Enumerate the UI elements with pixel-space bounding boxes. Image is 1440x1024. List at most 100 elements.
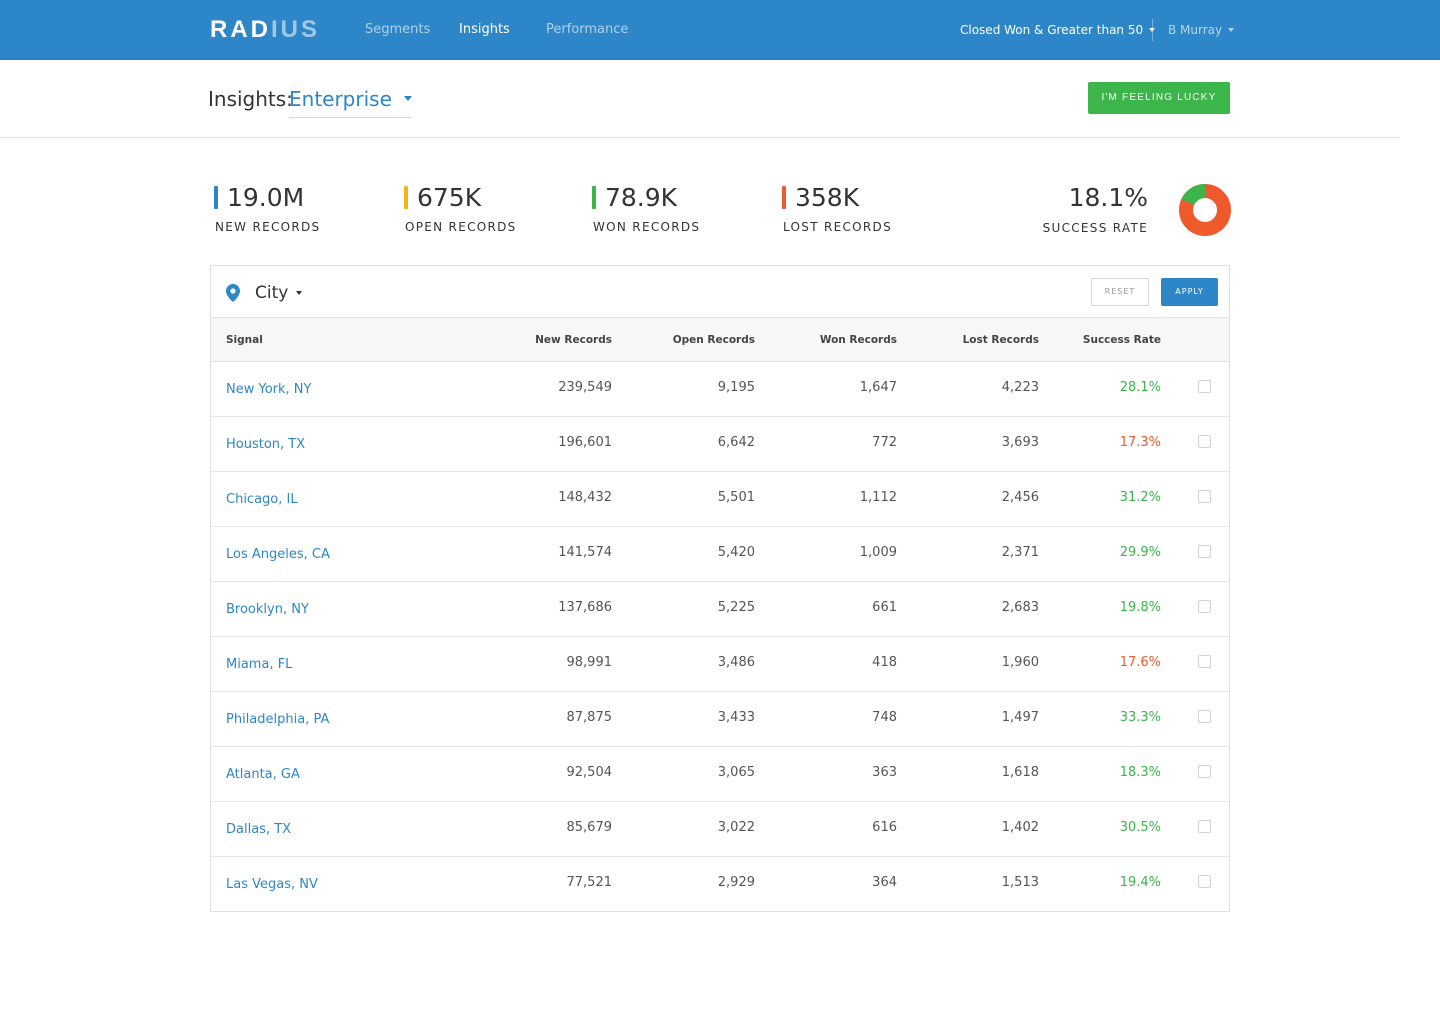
cell-open-records: 2,929 xyxy=(717,875,755,890)
stat-color-bar xyxy=(782,186,786,209)
cell-success-rate: 29.9% xyxy=(1119,545,1161,560)
cell-open-records: 3,022 xyxy=(717,820,755,835)
row-checkbox[interactable] xyxy=(1198,710,1211,723)
cell-new-records: 239,549 xyxy=(558,380,612,395)
filter-dropdown[interactable]: Closed Won & Greater than 50 xyxy=(960,22,1156,38)
table-row: Los Angeles, CA 141,574 5,420 1,009 2,371 29.… xyxy=(211,527,1229,582)
column-header-success-rate[interactable]: Success Rate xyxy=(1083,333,1161,347)
row-checkbox[interactable] xyxy=(1198,820,1211,833)
cell-success-rate: 30.5% xyxy=(1119,820,1161,835)
signal-link[interactable]: Houston, TX xyxy=(226,437,305,453)
success-rate-label: SUCCESS RATE xyxy=(1042,221,1148,235)
page-title: Insights: xyxy=(208,87,293,111)
stat-color-bar xyxy=(592,186,596,209)
stat-value: 358K xyxy=(795,183,860,212)
success-rate-value: 18.1% xyxy=(1068,183,1148,212)
chevron-down-icon xyxy=(403,96,412,101)
cell-open-records: 5,420 xyxy=(717,545,755,560)
cell-lost-records: 2,371 xyxy=(1001,545,1039,560)
cell-success-rate: 19.8% xyxy=(1119,600,1161,615)
signal-link[interactable]: Miama, FL xyxy=(226,657,292,673)
column-header-lost-records[interactable]: Lost Records xyxy=(963,333,1039,347)
cell-lost-records: 1,960 xyxy=(1001,655,1039,670)
segment-select[interactable]: Enterprise xyxy=(289,84,412,118)
column-header-open-records[interactable]: Open Records xyxy=(673,333,755,347)
cell-won-records: 363 xyxy=(872,765,897,780)
stat-value: 19.0M xyxy=(227,183,305,212)
signal-link[interactable]: Dallas, TX xyxy=(226,822,291,838)
user-menu-dropdown[interactable]: B Murray xyxy=(1168,22,1235,38)
signal-link[interactable]: Atlanta, GA xyxy=(226,767,300,783)
signal-link[interactable]: New York, NY xyxy=(226,382,311,398)
row-checkbox[interactable] xyxy=(1198,380,1211,393)
signal-link[interactable]: Las Vegas, NV xyxy=(226,877,318,893)
segment-select-value: Enterprise xyxy=(289,87,392,111)
chevron-down-icon xyxy=(296,291,303,295)
table-row: Dallas, TX 85,679 3,022 616 1,402 30.5% xyxy=(211,802,1229,857)
row-checkbox[interactable] xyxy=(1198,765,1211,778)
stat-color-bar xyxy=(404,186,408,209)
cell-lost-records: 2,456 xyxy=(1001,490,1039,505)
cell-won-records: 418 xyxy=(872,655,897,670)
location-pin-icon xyxy=(226,284,240,302)
nav-insights-link[interactable]: Insights xyxy=(459,22,510,38)
cell-lost-records: 1,497 xyxy=(1001,710,1039,725)
cell-lost-records: 1,402 xyxy=(1001,820,1039,835)
apply-button[interactable]: APPLY xyxy=(1161,278,1218,306)
cell-success-rate: 33.3% xyxy=(1119,710,1161,725)
cell-lost-records: 3,693 xyxy=(1001,435,1039,450)
cell-won-records: 1,647 xyxy=(859,380,897,395)
signal-link[interactable]: Philadelphia, PA xyxy=(226,712,329,728)
table-row: Houston, TX 196,601 6,642 772 3,693 17.3% xyxy=(211,417,1229,472)
cell-lost-records: 4,223 xyxy=(1001,380,1039,395)
table-row: Atlanta, GA 92,504 3,065 363 1,618 18.3% xyxy=(211,747,1229,802)
cell-success-rate: 17.3% xyxy=(1119,435,1161,450)
cell-new-records: 77,521 xyxy=(566,875,613,890)
signal-link[interactable]: Los Angeles, CA xyxy=(226,547,330,563)
stat-label: WON RECORDS xyxy=(593,220,701,234)
cell-success-rate: 31.2% xyxy=(1119,490,1161,505)
row-checkbox[interactable] xyxy=(1198,545,1211,558)
cell-new-records: 85,679 xyxy=(566,820,613,835)
stat-label: OPEN RECORDS xyxy=(405,220,517,234)
nav-divider xyxy=(1152,19,1153,41)
cell-open-records: 5,225 xyxy=(717,600,755,615)
reset-button[interactable]: RESET xyxy=(1091,278,1149,306)
table-toolbar: City RESET APPLY xyxy=(211,266,1229,318)
success-rate-donut-chart xyxy=(1179,184,1231,236)
stat-label: NEW RECORDS xyxy=(215,220,321,234)
user-menu-label: B Murray xyxy=(1168,23,1223,37)
signal-link[interactable]: Chicago, IL xyxy=(226,492,298,508)
column-header-signal[interactable]: Signal xyxy=(226,333,263,347)
column-header-won-records[interactable]: Won Records xyxy=(820,333,897,347)
feeling-lucky-button[interactable]: I'M FEELING LUCKY xyxy=(1088,82,1230,114)
row-checkbox[interactable] xyxy=(1198,655,1211,668)
logo-text-primary: RAD xyxy=(210,16,271,43)
nav-performance-link[interactable]: Performance xyxy=(546,22,628,38)
signal-link[interactable]: Brooklyn, NY xyxy=(226,602,309,618)
stat-color-bar xyxy=(214,186,218,209)
row-checkbox[interactable] xyxy=(1198,600,1211,613)
cell-open-records: 3,065 xyxy=(717,765,755,780)
signal-type-dropdown[interactable]: City xyxy=(255,283,303,303)
cell-new-records: 141,574 xyxy=(558,545,612,560)
row-checkbox[interactable] xyxy=(1198,490,1211,503)
radius-logo[interactable]: RADIUS xyxy=(210,18,320,42)
cell-new-records: 98,991 xyxy=(566,655,613,670)
chevron-down-icon xyxy=(1228,28,1235,32)
nav-segments-link[interactable]: Segments xyxy=(365,22,430,38)
cell-open-records: 6,642 xyxy=(717,435,755,450)
table-row: New York, NY 239,549 9,195 1,647 4,223 28.1% xyxy=(211,362,1229,417)
cell-won-records: 1,112 xyxy=(859,490,897,505)
cell-open-records: 9,195 xyxy=(717,380,755,395)
row-checkbox[interactable] xyxy=(1198,435,1211,448)
top-nav-bar: RADIUS Segments Insights Performance Clo… xyxy=(0,0,1440,60)
cell-lost-records: 2,683 xyxy=(1001,600,1039,615)
signal-type-label: City xyxy=(255,283,289,303)
column-header-new-records[interactable]: New Records xyxy=(535,333,612,347)
cell-won-records: 772 xyxy=(872,435,897,450)
cell-won-records: 661 xyxy=(872,600,897,615)
row-checkbox[interactable] xyxy=(1198,875,1211,888)
table-body: New York, NY 239,549 9,195 1,647 4,223 28.1% H… xyxy=(211,362,1229,912)
cell-new-records: 137,686 xyxy=(558,600,612,615)
